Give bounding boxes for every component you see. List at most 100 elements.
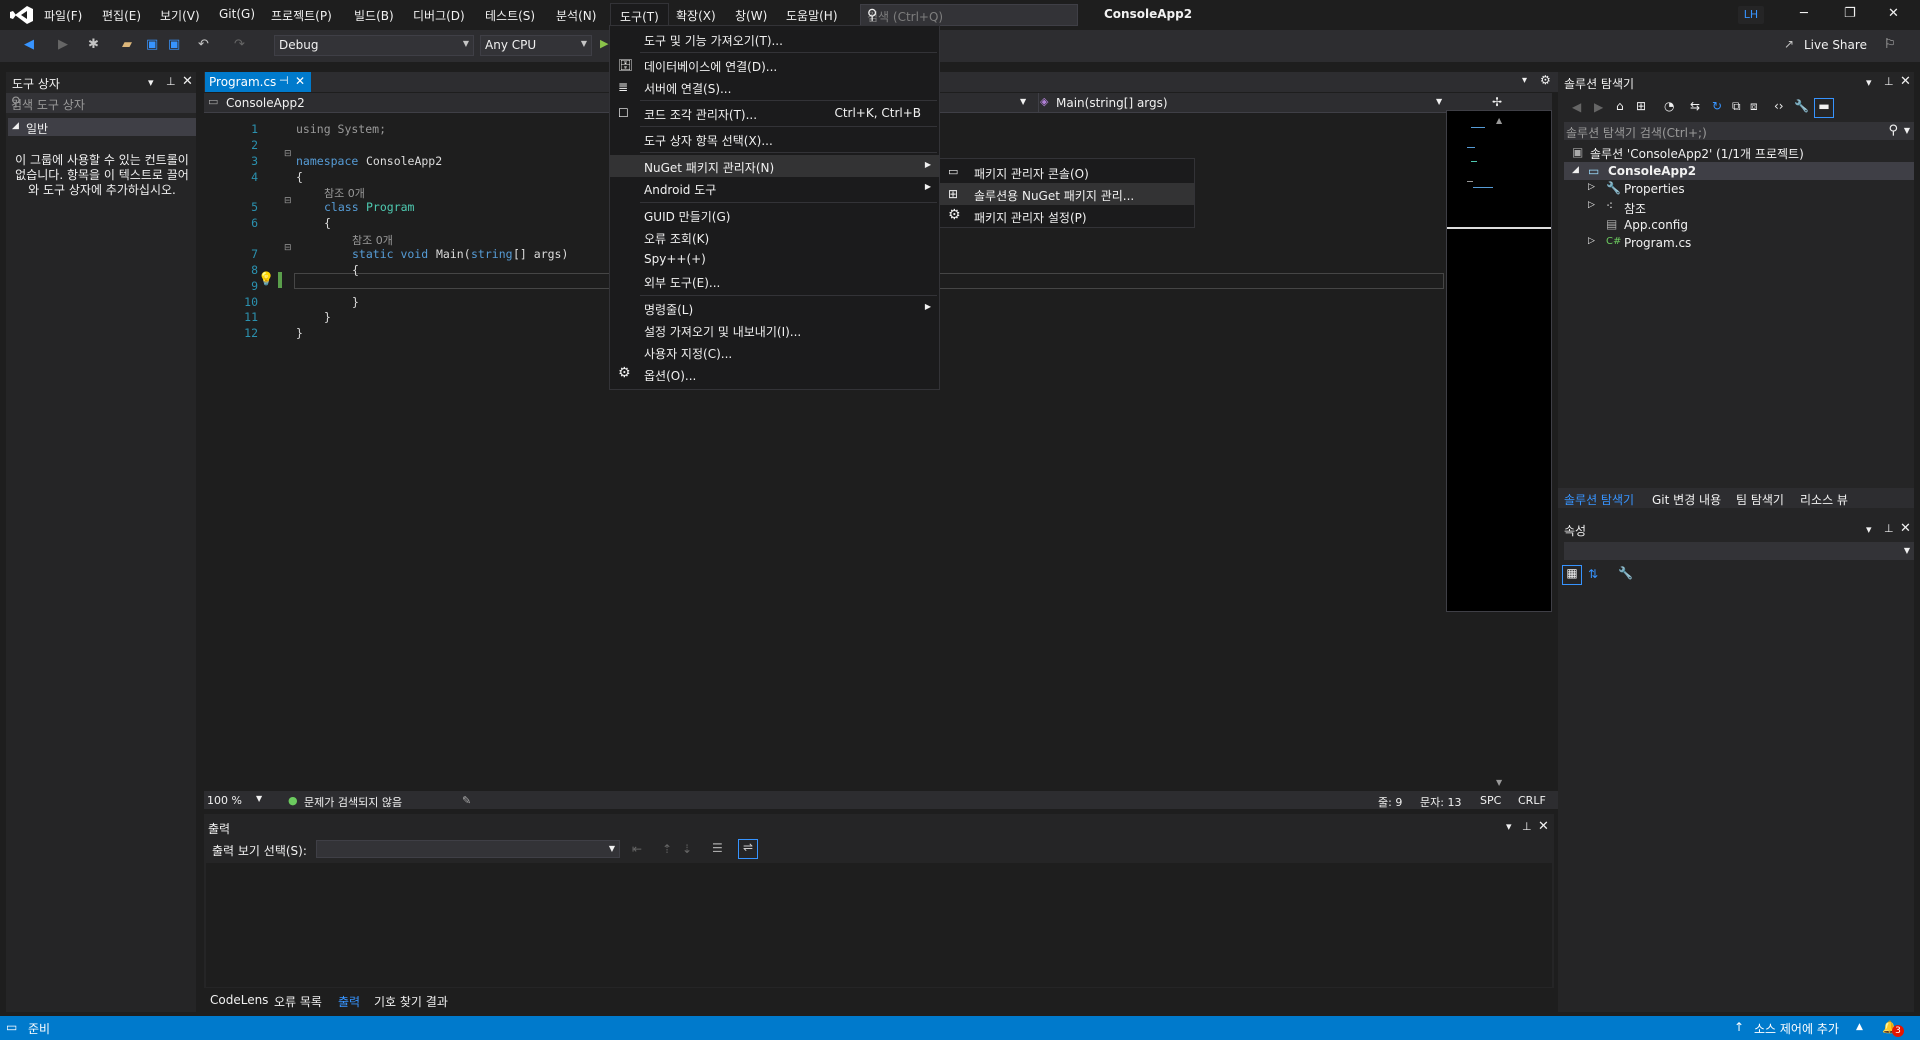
menu-item-connect-server[interactable]: ≣ 서버에 연결(S)... xyxy=(610,76,939,98)
menu-test[interactable]: 테스트(S) xyxy=(485,7,535,24)
tree-row-project[interactable]: ◢ ▭ ConsoleApp2 xyxy=(1564,162,1914,180)
menu-item-get-tools[interactable]: 도구 및 기능 가져오기(T)... xyxy=(610,28,939,50)
menu-window[interactable]: 창(W) xyxy=(735,7,767,24)
scroll-down-icon[interactable]: ▼ xyxy=(1496,778,1502,787)
menu-item-android-tools[interactable]: Android 도구 ▶ xyxy=(610,177,939,199)
pin-icon[interactable]: ⊣ xyxy=(279,74,289,87)
menu-edit[interactable]: 편집(E) xyxy=(102,7,141,24)
redo-icon[interactable]: ↷ xyxy=(234,37,245,52)
tree-row-app-config[interactable]: ▤ App.config xyxy=(1564,216,1914,234)
properties-icon[interactable]: 🔧 xyxy=(1794,99,1809,113)
tab-team-explorer[interactable]: 팀 탐색기 xyxy=(1736,491,1784,508)
close-icon[interactable]: ✕ xyxy=(1888,6,1899,21)
whitespace-indicator[interactable]: SPC xyxy=(1480,794,1501,807)
collapsed-triangle-icon[interactable]: ▷ xyxy=(1588,182,1595,192)
home-icon[interactable]: ⌂ xyxy=(1616,99,1624,113)
menu-item-package-manager-settings[interactable]: ⚙ 패키지 관리자 설정(P) xyxy=(940,205,1194,227)
menu-debug[interactable]: 디버그(D) xyxy=(413,7,465,24)
platform-select[interactable]: Any CPU ▼ xyxy=(480,35,592,56)
clear-all-icon[interactable]: ☰ xyxy=(712,841,723,855)
tab-codelens[interactable]: CodeLens xyxy=(210,993,268,1007)
chevron-down-icon[interactable]: ▾ xyxy=(1866,523,1872,536)
property-pages-icon[interactable]: 🔧 xyxy=(1618,566,1633,580)
pin-icon[interactable]: ⊥ xyxy=(1884,522,1894,535)
restore-icon[interactable]: ❐ xyxy=(1844,6,1856,21)
gear-icon[interactable]: ⚙ xyxy=(1540,73,1551,87)
undo-icon[interactable]: ↶ xyxy=(198,37,209,52)
menu-item-error-lookup[interactable]: 오류 조회(K) xyxy=(610,226,939,248)
scroll-up-icon[interactable]: ▲ xyxy=(1496,116,1502,125)
chevron-down-icon[interactable]: ▼ xyxy=(256,794,262,803)
close-icon[interactable]: ✕ xyxy=(1900,521,1911,536)
chevron-down-icon[interactable]: ▾ xyxy=(1522,75,1527,86)
nav-member-label[interactable]: Main(string[] args) xyxy=(1056,96,1168,110)
tab-program-cs[interactable]: Program.cs ⊣ ✕ xyxy=(205,72,311,92)
user-avatar[interactable]: LH xyxy=(1738,6,1764,24)
tab-error-list[interactable]: 오류 목록 xyxy=(274,993,322,1010)
tab-find-symbol-results[interactable]: 기호 찾기 결과 xyxy=(374,993,448,1010)
split-icon[interactable]: ✢ xyxy=(1492,95,1502,109)
pending-changes-filter-icon[interactable]: ◔ xyxy=(1664,99,1674,113)
lightbulb-icon[interactable]: 💡 xyxy=(258,272,274,287)
menu-analyze[interactable]: 분석(N) xyxy=(556,7,596,24)
alphabetical-icon[interactable]: ⇅ xyxy=(1588,567,1598,581)
chevron-down-icon[interactable]: ▾ xyxy=(1506,820,1512,833)
word-wrap-icon[interactable]: ⇌ xyxy=(738,839,758,859)
menu-item-options[interactable]: ⚙ 옵션(O)... xyxy=(610,363,939,385)
output-text-area[interactable] xyxy=(206,863,1552,987)
collapse-icon[interactable]: ⊟ xyxy=(284,149,292,159)
status-output-icon[interactable]: ▭ xyxy=(6,1020,17,1034)
menu-item-import-export-settings[interactable]: 설정 가져오기 및 내보내기(I)... xyxy=(610,319,939,341)
menu-item-customize[interactable]: 사용자 지정(C)... xyxy=(610,341,939,363)
pin-icon[interactable]: ⊥ xyxy=(1522,820,1532,833)
zoom-level[interactable]: 100 % xyxy=(207,794,242,807)
menu-item-code-snippets-manager[interactable]: ☐ 코드 조각 관리자(T)... Ctrl+K, Ctrl+B xyxy=(610,102,939,124)
tree-row-properties[interactable]: ▷ 🔧 Properties xyxy=(1564,180,1914,198)
find-next-icon[interactable]: ⇣ xyxy=(682,842,692,856)
minimap[interactable] xyxy=(1446,110,1552,612)
sync-icon[interactable]: ⇆ xyxy=(1690,99,1700,113)
tab-solution-explorer[interactable]: 솔루션 탐색기 xyxy=(1564,491,1634,508)
menu-item-nuget-package-manager[interactable]: NuGet 패키지 관리자(N) ▶ xyxy=(610,155,939,177)
menu-git[interactable]: Git(G) xyxy=(219,7,255,21)
collapsed-triangle-icon[interactable]: ▷ xyxy=(1588,200,1595,210)
chevron-down-icon[interactable]: ▾ xyxy=(148,76,154,89)
chevron-down-icon[interactable]: ▼ xyxy=(1020,97,1026,106)
menu-item-package-manager-console[interactable]: ▭ 패키지 관리자 콘솔(O) xyxy=(940,161,1194,183)
expand-triangle-icon[interactable]: ◢ xyxy=(1572,165,1579,175)
tree-row-references[interactable]: ▷ ⁖ 참조 xyxy=(1564,198,1914,216)
codelens-references[interactable]: 참조 0개 xyxy=(352,232,393,248)
back-icon[interactable]: ◀ xyxy=(1572,100,1581,114)
menu-file[interactable]: 파일(F) xyxy=(44,7,82,24)
collapsed-triangle-icon[interactable]: ▷ xyxy=(1588,236,1595,246)
forward-icon[interactable]: ▶ xyxy=(58,37,68,52)
menu-project[interactable]: 프로젝트(P) xyxy=(271,7,332,24)
preview-icon[interactable]: ▬ xyxy=(1814,98,1834,118)
show-all-files-icon[interactable]: ⧈ xyxy=(1750,99,1758,114)
save-all-icon[interactable]: ▣ xyxy=(168,37,180,52)
search-input[interactable]: 검색 (Ctrl+Q) ⚲ xyxy=(860,4,1078,26)
feedback-icon[interactable]: ⚐ xyxy=(1884,37,1896,52)
tab-resource-view[interactable]: 리소스 뷰 xyxy=(1800,491,1848,508)
new-project-icon[interactable]: ✱ xyxy=(88,37,99,52)
properties-object-select[interactable]: ▼ xyxy=(1564,542,1914,560)
configuration-select[interactable]: Debug ▼ xyxy=(274,35,474,56)
output-source-select[interactable]: ▼ xyxy=(316,840,620,858)
refresh-icon[interactable]: ↻ xyxy=(1712,99,1722,113)
open-folder-icon[interactable]: ▰ xyxy=(122,37,132,52)
menu-view[interactable]: 보기(V) xyxy=(160,7,200,24)
menu-build[interactable]: 빌드(B) xyxy=(354,7,394,24)
toolbox-group-general[interactable]: ◢ 일반 xyxy=(8,118,196,136)
save-icon[interactable]: ▣ xyxy=(146,37,158,52)
collapse-all-icon[interactable]: ⧉ xyxy=(1732,99,1741,114)
chevron-down-icon[interactable]: ▼ xyxy=(1436,97,1442,106)
nav-project-label[interactable]: ConsoleApp2 xyxy=(226,96,305,110)
menu-help[interactable]: 도움말(H) xyxy=(786,7,838,24)
toolbox-search-input[interactable]: 검색 도구 상자 ⚲ xyxy=(6,93,196,113)
collapse-icon[interactable]: ⊟ xyxy=(284,243,292,253)
pin-icon[interactable]: ⊥ xyxy=(166,75,176,88)
close-icon[interactable]: ✕ xyxy=(1900,74,1911,89)
switch-views-icon[interactable]: ⊞ xyxy=(1636,99,1646,113)
minimize-icon[interactable]: ─ xyxy=(1800,6,1808,21)
find-previous-icon[interactable]: ⇡ xyxy=(662,842,672,856)
